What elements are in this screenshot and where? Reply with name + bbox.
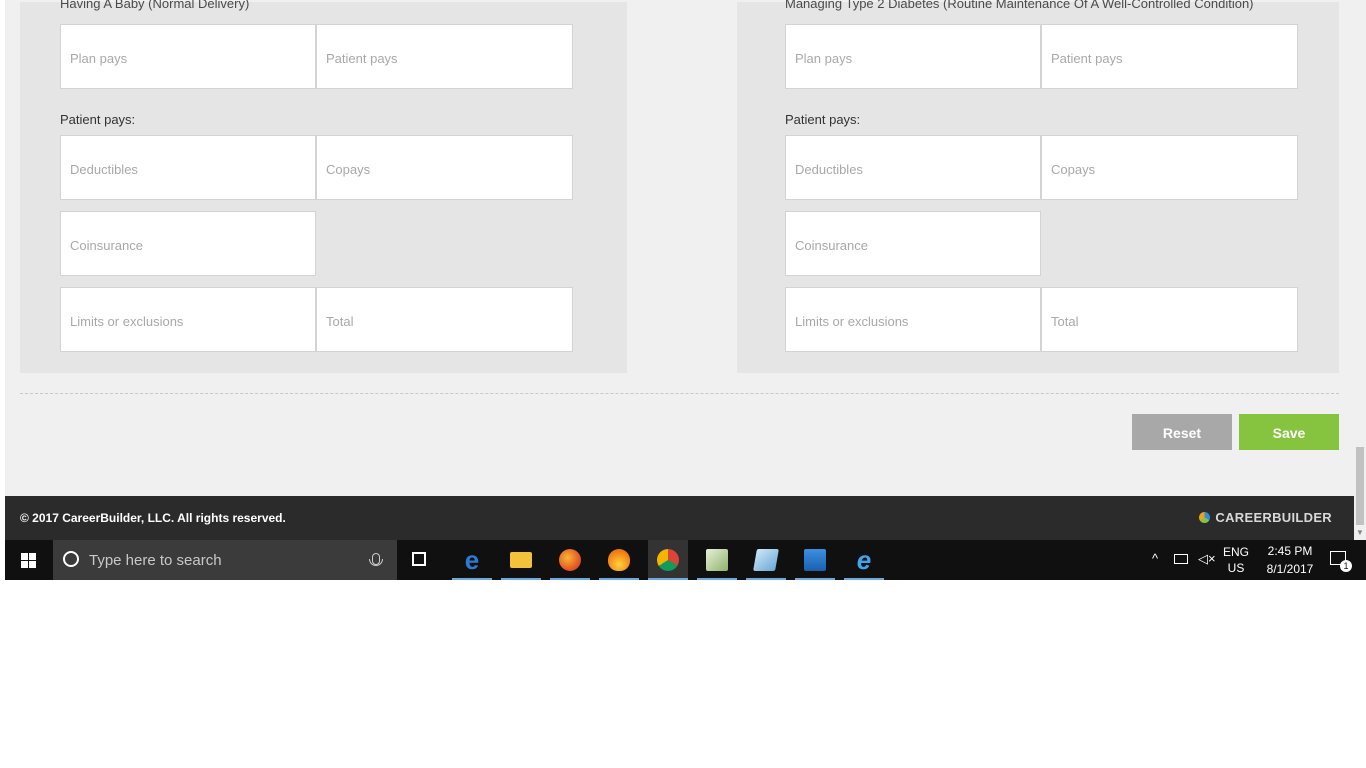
field-label: Deductibles — [795, 162, 863, 177]
field-label: Patient pays — [1051, 51, 1123, 66]
patient-pays-field[interactable]: Patient pays — [316, 24, 573, 89]
field-label: Plan pays — [70, 51, 128, 66]
patient-pays-label: Patient pays: — [785, 112, 861, 127]
search-placeholder: Type here to search — [89, 552, 222, 569]
clock-time: 2:45 PM — [1267, 544, 1313, 558]
site-footer: © 2017 CareerBuilder, LLC. All rights re… — [5, 496, 1354, 540]
copays-field[interactable]: Copays — [1041, 135, 1298, 200]
copays-field[interactable]: Copays — [316, 135, 573, 200]
start-button[interactable] — [5, 540, 52, 580]
panel-title: Having A Baby (Normal Delivery) — [60, 0, 250, 11]
scenario-panel-diabetes: Managing Type 2 Diabetes (Routine Mainte… — [737, 0, 1339, 373]
coinsurance-field[interactable]: Coinsurance — [60, 211, 316, 276]
remote-desktop-icon[interactable] — [795, 540, 835, 580]
input-language[interactable]: ENG US — [1222, 544, 1250, 576]
edge-icon[interactable]: e — [452, 540, 492, 580]
internet-explorer-icon[interactable]: e — [844, 540, 884, 580]
volume-muted-icon[interactable]: ◁× — [1198, 551, 1216, 567]
field-label: Coinsurance — [795, 238, 868, 253]
patient-pays-label: Patient pays: — [60, 112, 136, 127]
field-label: Coinsurance — [70, 238, 143, 253]
plan-pays-field[interactable]: Plan pays — [785, 24, 1041, 89]
field-label: Total — [326, 314, 354, 329]
field-label: Plan pays — [795, 51, 853, 66]
scroll-down-arrow-icon[interactable]: ▼ — [1356, 528, 1364, 537]
scrollbar-thumb[interactable] — [1356, 447, 1364, 525]
torch-browser-icon[interactable] — [599, 540, 639, 580]
page-content: Having A Baby (Normal Delivery) Plan pay… — [5, 0, 1354, 496]
plan-pays-field[interactable]: Plan pays — [60, 24, 316, 89]
brand-name: CAREERBUILDER — [1215, 510, 1332, 525]
careerbuilder-logo-icon — [1199, 512, 1211, 523]
deductibles-field[interactable]: Deductibles — [60, 135, 316, 200]
save-button[interactable]: Save — [1239, 414, 1339, 450]
limits-exclusions-field[interactable]: Limits or exclusions — [785, 287, 1041, 352]
field-label: Copays — [326, 162, 371, 177]
network-icon[interactable] — [1174, 554, 1188, 564]
patient-pays-field[interactable]: Patient pays — [1041, 24, 1298, 89]
reset-button[interactable]: Reset — [1132, 414, 1232, 450]
copyright-text: © 2017 CareerBuilder, LLC. All rights re… — [20, 511, 286, 525]
page-scrollbar[interactable]: ▼ — [1354, 0, 1366, 540]
system-clock[interactable]: 2:45 PM 8/1/2017 — [1260, 542, 1320, 578]
scenario-panel-baby: Having A Baby (Normal Delivery) Plan pay… — [20, 0, 627, 373]
field-label: Limits or exclusions — [795, 314, 909, 329]
microphone-icon[interactable] — [369, 553, 383, 566]
windows-taskbar: Type here to search e e ^ ◁× ENG US 2:45 — [5, 540, 1366, 580]
windows-logo-icon — [21, 552, 36, 568]
chrome-icon[interactable] — [648, 540, 688, 580]
field-label: Patient pays — [326, 51, 398, 66]
total-field[interactable]: Total — [1041, 287, 1298, 352]
deductibles-field[interactable]: Deductibles — [785, 135, 1041, 200]
notepad-app-icon[interactable] — [746, 540, 786, 580]
panel-title: Managing Type 2 Diabetes (Routine Mainte… — [785, 0, 1254, 11]
firefox-icon[interactable] — [550, 540, 590, 580]
field-label: Total — [1051, 314, 1079, 329]
region-code: US — [1227, 561, 1245, 575]
task-view-icon[interactable] — [412, 552, 426, 566]
section-divider — [20, 393, 1339, 394]
taskbar-search-box[interactable]: Type here to search — [53, 540, 397, 580]
careerbuilder-logo[interactable]: CAREERBUILDER — [1199, 510, 1332, 525]
clock-date: 8/1/2017 — [1266, 562, 1314, 576]
language-code: ENG — [1222, 545, 1249, 559]
coinsurance-field[interactable]: Coinsurance — [785, 211, 1041, 276]
cortana-icon — [63, 551, 79, 567]
field-label: Copays — [1051, 162, 1096, 177]
field-label: Limits or exclusions — [70, 314, 184, 329]
notification-count-badge: 1 — [1340, 560, 1352, 572]
spreadsheet-app-icon[interactable] — [697, 540, 737, 580]
file-explorer-icon[interactable] — [501, 540, 541, 580]
total-field[interactable]: Total — [316, 287, 573, 352]
chevron-up-icon[interactable]: ^ — [1152, 551, 1158, 566]
field-label: Deductibles — [70, 162, 138, 177]
limits-exclusions-field[interactable]: Limits or exclusions — [60, 287, 316, 352]
